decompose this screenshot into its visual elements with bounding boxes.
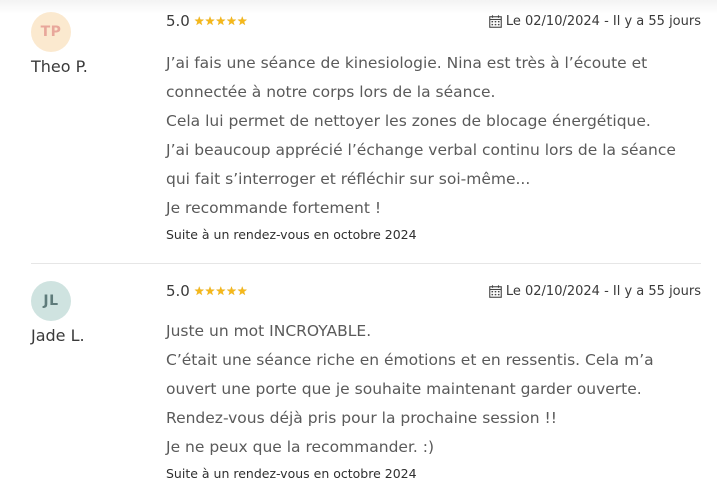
date-text: Le 02/10/2024 - Il y a 55 jours <box>505 284 701 299</box>
review-line: ouvert une porte que je souhaite mainten… <box>166 380 642 398</box>
appointment-context: Suite à un rendez-vous en octobre 2024 <box>166 227 417 242</box>
review-text: J’ai fais une séance de kinesiologie. Ni… <box>166 49 696 223</box>
star-icon: ★ <box>236 284 248 298</box>
rating: 5.0 ★ ★ ★ ★ ★ <box>166 282 248 300</box>
appointment-context: Suite à un rendez-vous en octobre 2024 <box>166 466 417 481</box>
divider <box>31 263 701 264</box>
review-text: Juste un mot INCROYABLE. C’était une séa… <box>166 317 696 462</box>
review-line: qui fait s’interroger et réfléchir sur s… <box>166 170 531 188</box>
star-icon: ★ <box>204 284 216 298</box>
review-line: Cela lui permet de nettoyer les zones de… <box>166 112 651 130</box>
star-rating: ★ ★ ★ ★ ★ <box>194 285 248 297</box>
calendar-icon <box>489 285 502 298</box>
star-icon: ★ <box>193 284 205 298</box>
review-line: Je ne peux que la recommander. :) <box>166 438 435 456</box>
review-line: C’était une séance riche en émotions et … <box>166 351 654 369</box>
author-name: Theo P. <box>31 57 88 76</box>
star-rating: ★ ★ ★ ★ ★ <box>194 15 248 27</box>
star-icon: ★ <box>193 14 205 28</box>
star-icon: ★ <box>236 14 248 28</box>
review-date: Le 02/10/2024 - Il y a 55 jours <box>489 284 701 299</box>
author-name: Jade L. <box>31 326 85 345</box>
review-line: Rendez-vous déjà pris pour la prochaine … <box>166 409 557 427</box>
star-icon: ★ <box>215 14 227 28</box>
star-icon: ★ <box>204 14 216 28</box>
review-date: Le 02/10/2024 - Il y a 55 jours <box>489 14 701 29</box>
review-line: Juste un mot INCROYABLE. <box>166 322 372 340</box>
date-text: Le 02/10/2024 - Il y a 55 jours <box>505 14 701 29</box>
rating: 5.0 ★ ★ ★ ★ ★ <box>166 12 248 30</box>
rating-value: 5.0 <box>166 282 190 300</box>
review-line: Je recommande fortement ! <box>166 199 382 217</box>
rating-value: 5.0 <box>166 12 190 30</box>
avatar: JL <box>31 281 71 321</box>
calendar-icon <box>489 15 502 28</box>
star-icon: ★ <box>215 284 227 298</box>
review-line: J’ai fais une séance de kinesiologie. Ni… <box>166 54 648 72</box>
star-icon: ★ <box>226 284 237 298</box>
review-line: connectée à notre corps lors de la séanc… <box>166 83 496 101</box>
top-shadow <box>0 0 717 14</box>
avatar: TP <box>31 12 71 52</box>
star-icon: ★ <box>226 14 237 28</box>
review-line: J’ai beaucoup apprécié l’échange verbal … <box>166 141 676 159</box>
